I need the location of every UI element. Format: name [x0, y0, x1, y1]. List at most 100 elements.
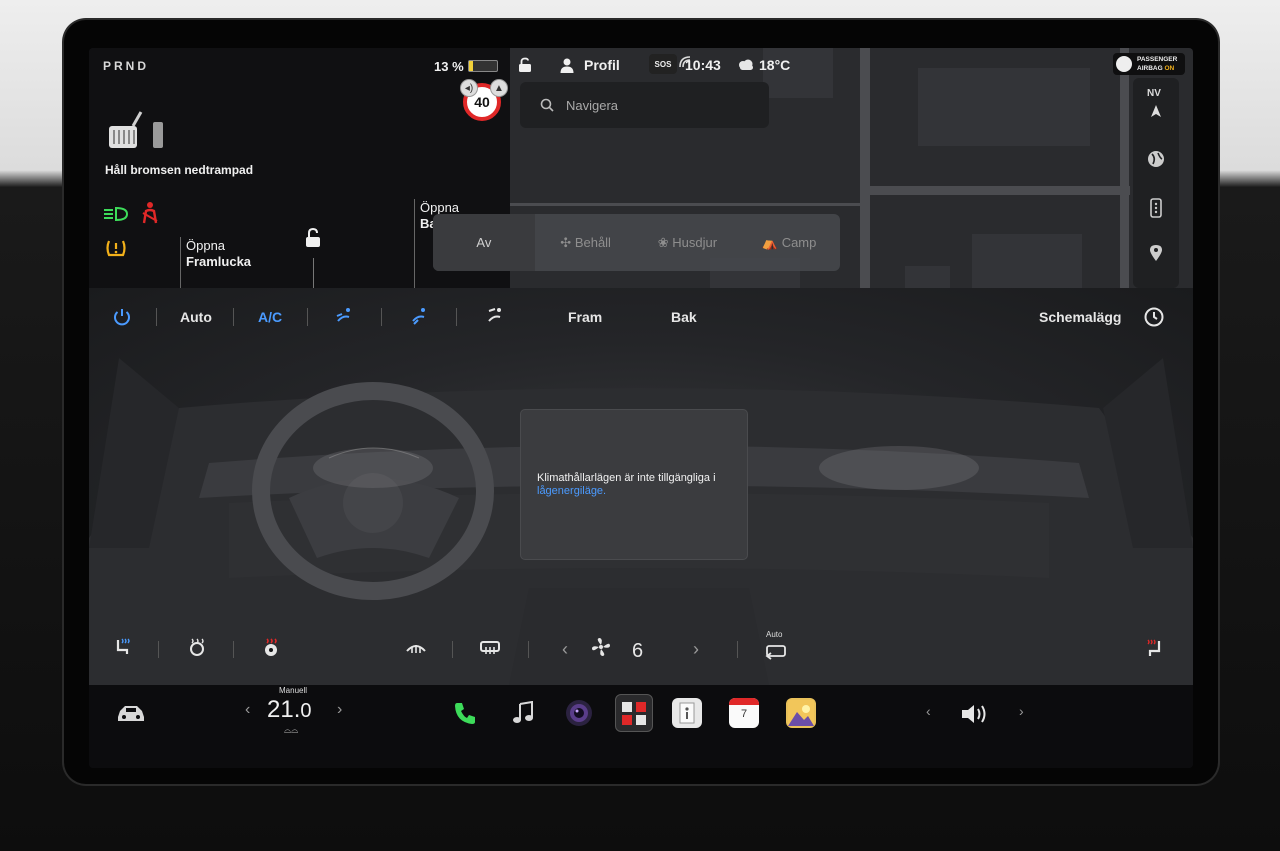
mode-dog[interactable]: ❀ Husdjur: [637, 235, 739, 251]
temp-decimal: 0: [300, 700, 312, 722]
fan-speed-value: 6: [632, 640, 644, 662]
schedule-button[interactable]: Schemalägg: [1039, 309, 1121, 325]
open-frunk-button[interactable]: Framlucka: [186, 254, 251, 269]
clock-icon[interactable]: [1144, 307, 1164, 332]
navigation-search[interactable]: Navigera: [520, 82, 769, 128]
fan-increase-chevron[interactable]: ›: [693, 639, 699, 660]
brake-pedal-icon: [107, 108, 165, 155]
phone-icon[interactable]: [450, 698, 480, 728]
mode-off[interactable]: Av: [433, 214, 535, 271]
low-energy-link[interactable]: lågenergiläge.: [537, 485, 606, 497]
seat-heat-driver-icon[interactable]: [112, 637, 132, 662]
recirculation-icon[interactable]: [765, 644, 787, 665]
airbag-line2-wrap: AIRBAG ON: [1137, 65, 1174, 72]
seat-heat-passenger-icon[interactable]: [1144, 637, 1166, 664]
airflow-feet-icon[interactable]: [410, 307, 428, 330]
mode-keep-label: Behåll: [574, 234, 611, 250]
paw-icon: ❀: [657, 234, 673, 250]
control-divider: [158, 641, 159, 658]
rear-defrost-icon[interactable]: [479, 637, 501, 662]
volume-increase-chevron[interactable]: ›: [1019, 703, 1024, 719]
control-divider: [452, 641, 453, 658]
manual-icon[interactable]: [672, 698, 702, 728]
gear-selector[interactable]: PRND: [103, 59, 149, 73]
speed-warning-icon[interactable]: ▲: [490, 79, 508, 97]
profile-button[interactable]: Profil: [584, 57, 620, 73]
frunk-divider: [180, 237, 181, 288]
search-icon: [540, 98, 554, 112]
unlock-icon[interactable]: [303, 227, 323, 253]
rear-tab[interactable]: Bak: [671, 309, 697, 325]
cabin-temperature[interactable]: 21.0: [267, 696, 312, 724]
outside-temperature: 18°C: [759, 57, 791, 73]
open-trunk-line1[interactable]: Öppna: [420, 200, 459, 215]
map-controls: NV: [1133, 78, 1179, 288]
fan-icon: [591, 637, 611, 662]
seat-defrost-mini-icon: ⌓⌓: [284, 725, 299, 735]
front-defrost-icon[interactable]: [405, 637, 427, 662]
mode-camp[interactable]: ⛺ Camp: [738, 235, 840, 251]
trunk-divider: [414, 199, 415, 288]
arcade-icon[interactable]: [786, 698, 816, 728]
control-divider: [528, 641, 529, 658]
airbag-status: PASSENGER AIRBAG ON: [1113, 53, 1185, 75]
temp-increase-chevron[interactable]: ›: [337, 701, 342, 719]
volume-icon[interactable]: [960, 702, 990, 731]
car-icon[interactable]: [116, 703, 146, 728]
camera-icon[interactable]: [564, 698, 594, 728]
airflow-face-icon[interactable]: [335, 307, 353, 330]
open-frunk-line1[interactable]: Öppna: [186, 238, 225, 253]
globe-icon[interactable]: [1147, 150, 1165, 173]
auto-button[interactable]: Auto: [180, 309, 212, 325]
sos-label: SOS: [654, 59, 672, 69]
recirc-mode-label: Auto: [766, 630, 783, 639]
toolbar-divider: [156, 308, 157, 326]
temp-decrease-chevron[interactable]: ‹: [245, 701, 250, 719]
calendar-header: [729, 698, 759, 705]
mode-camp-label: Camp: [781, 234, 817, 250]
seatbelt-warning-icon: [139, 201, 161, 230]
toolbar-divider: [233, 308, 234, 326]
airflow-windshield-icon[interactable]: [486, 307, 504, 330]
airbag-line2: AIRBAG: [1137, 65, 1163, 72]
toybox-icon[interactable]: [615, 694, 653, 732]
fan-decrease-chevron[interactable]: ‹: [562, 639, 568, 660]
steering-heat-icon[interactable]: [187, 637, 207, 662]
notice-text: Klimathållarlägen är inte tillgängliga i: [537, 472, 716, 484]
lock-status-icon[interactable]: [517, 57, 533, 78]
temp-integer: 21.: [267, 696, 301, 723]
ac-button[interactable]: A/C: [258, 309, 282, 325]
music-icon[interactable]: [508, 698, 538, 728]
steering-wheel-heat-active-icon[interactable]: [261, 637, 281, 662]
profile-icon[interactable]: [559, 57, 575, 78]
compass-label[interactable]: NV: [1147, 88, 1161, 99]
calendar-day: 7: [740, 708, 748, 720]
route-list-icon[interactable]: [1150, 198, 1162, 223]
headlight-indicator-icon: [102, 206, 130, 227]
sos-button[interactable]: SOS: [649, 54, 677, 74]
fan-icon: ✣: [560, 234, 575, 250]
tent-icon: ⛺: [761, 234, 782, 250]
location-pin-icon[interactable]: [1149, 244, 1163, 267]
airbag-line1: PASSENGER: [1137, 56, 1178, 63]
battery-percent: 13 %: [434, 59, 464, 74]
control-divider: [737, 641, 738, 658]
speed-chime-icon[interactable]: ◂): [460, 79, 478, 97]
search-placeholder: Navigera: [566, 97, 619, 113]
car-outline-divider: [313, 258, 314, 288]
mode-keep[interactable]: ✣ Behåll: [535, 235, 637, 251]
tire-pressure-warning-icon: [105, 238, 127, 263]
temp-mode-label: Manuell: [279, 686, 308, 695]
mode-dog-label: Husdjur: [672, 234, 718, 250]
compass-icon[interactable]: [1150, 104, 1162, 122]
toolbar-divider: [307, 308, 308, 326]
climate-power-icon[interactable]: [112, 307, 132, 332]
control-divider: [233, 641, 234, 658]
toolbar-divider: [381, 308, 382, 326]
volume-decrease-chevron[interactable]: ‹: [926, 703, 931, 719]
front-tab[interactable]: Fram: [568, 309, 602, 325]
clock: 10:43: [685, 57, 721, 73]
low-energy-notice: Klimathållarlägen är inte tillgängliga i…: [521, 410, 747, 559]
calendar-icon[interactable]: 7: [729, 698, 759, 728]
battery-fill: [469, 61, 473, 71]
